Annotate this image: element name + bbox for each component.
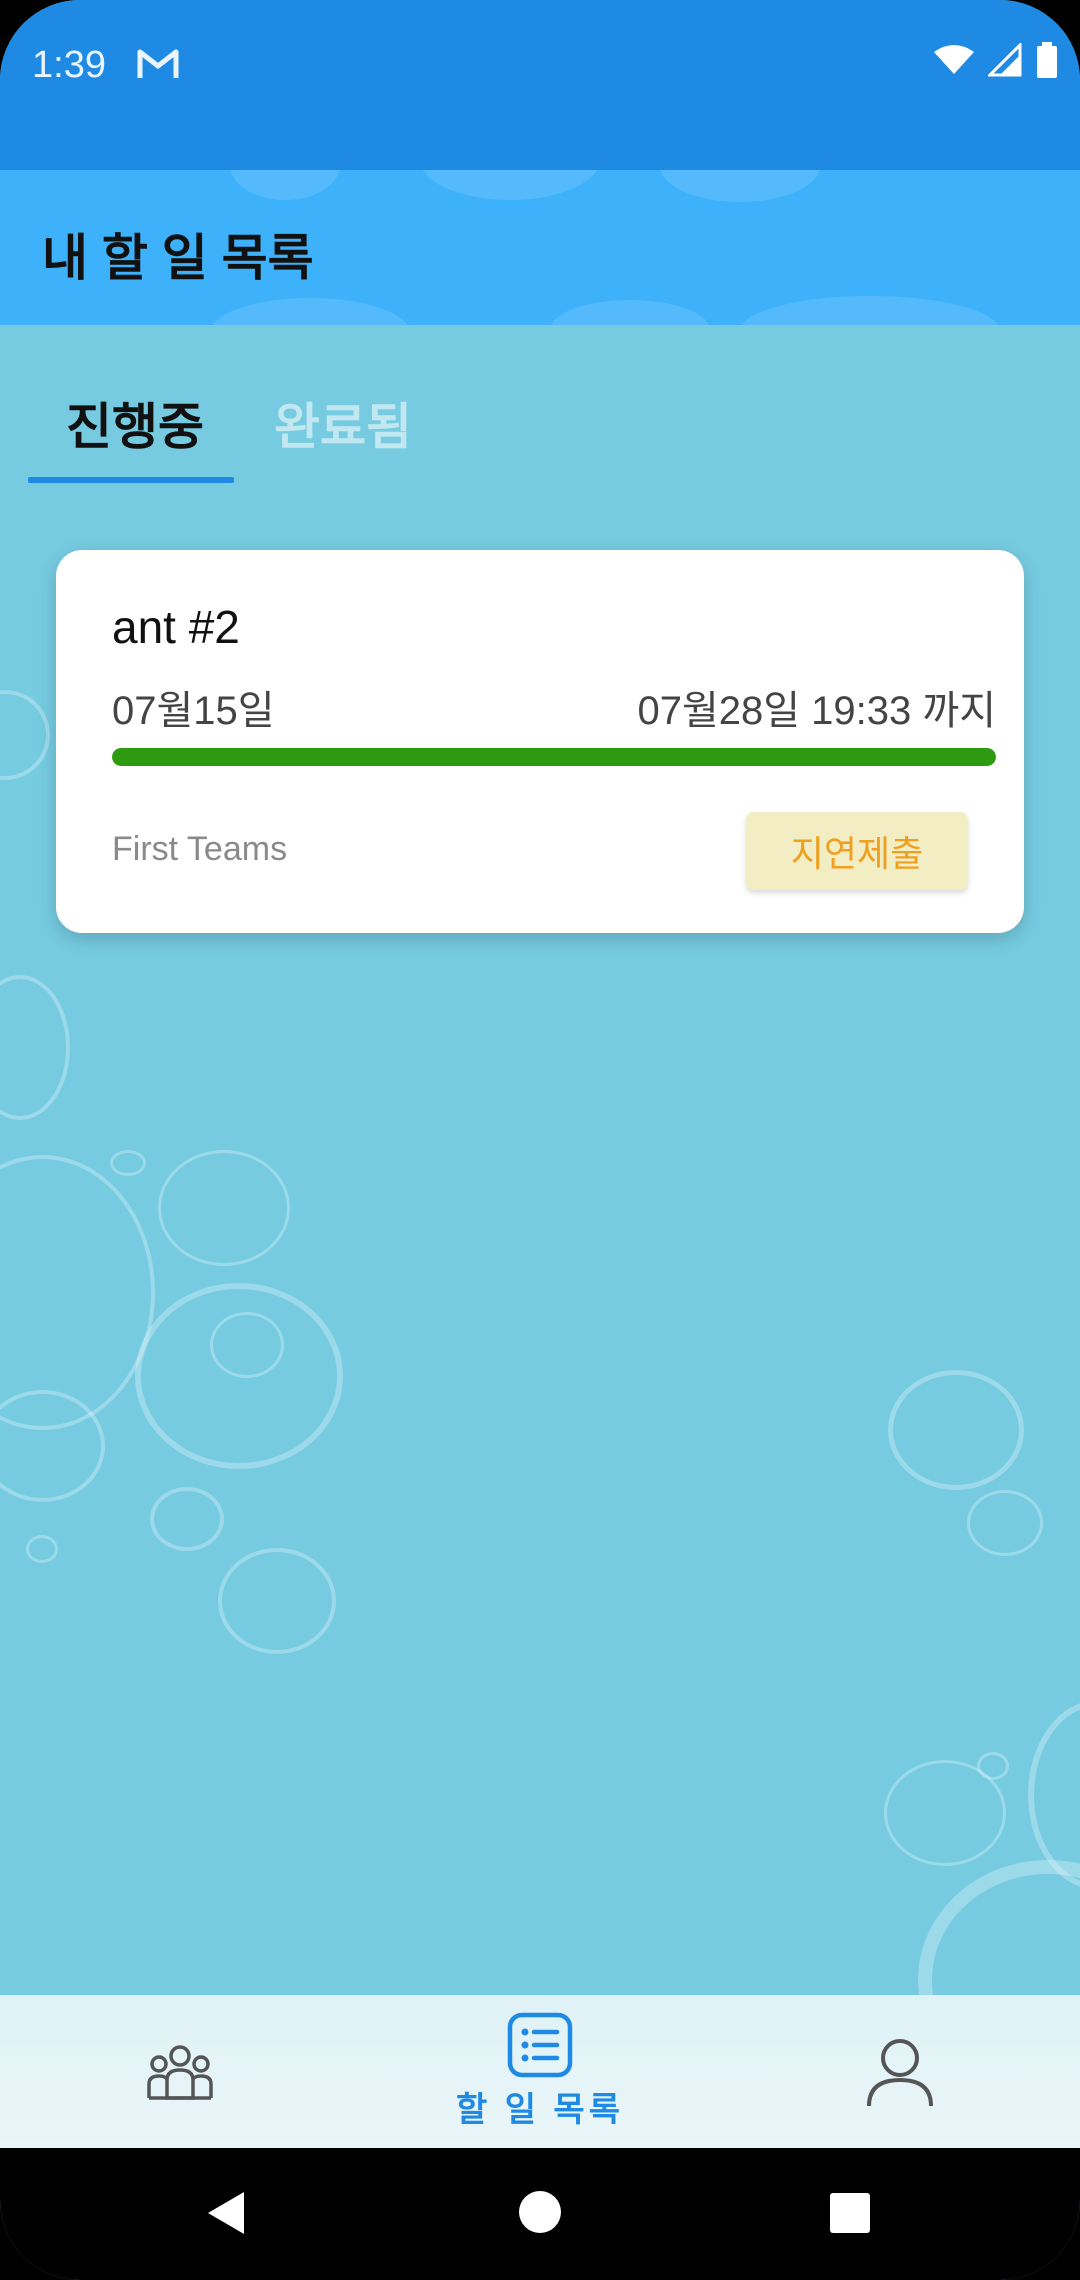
bubble-decoration — [888, 1370, 1024, 1490]
bubble-decoration — [218, 1548, 336, 1654]
page-title: 내 할 일 목록 — [42, 230, 314, 286]
nav-item-todo-list[interactable]: 할 일 목록 — [440, 1995, 640, 2148]
bubble-decoration — [0, 690, 50, 780]
nav-item-teams[interactable] — [130, 1995, 230, 2148]
bubble-decoration — [110, 1150, 146, 1176]
task-team: First Teams — [112, 830, 288, 868]
status-icons — [934, 42, 1058, 78]
battery-icon — [1037, 42, 1057, 78]
nav-item-profile[interactable] — [850, 1995, 950, 2148]
bottom-navigation: 할 일 목록 — [0, 1995, 1080, 2148]
task-progress-fill — [112, 748, 996, 766]
bubble-decoration — [26, 1535, 58, 1563]
bubble-decoration — [977, 1752, 1009, 1780]
cloud-decoration — [230, 170, 340, 200]
recent-apps-icon[interactable] — [830, 2193, 870, 2233]
bubble-decoration — [158, 1150, 290, 1266]
gmail-icon — [137, 49, 179, 78]
cloud-decoration — [210, 298, 410, 325]
todo-list-icon — [507, 2012, 573, 2078]
cloud-decoration — [420, 170, 600, 200]
task-progress-bar — [112, 748, 996, 766]
bubble-decoration — [0, 975, 70, 1120]
system-navigation-bar — [0, 2148, 1080, 2280]
back-icon[interactable] — [206, 2190, 246, 2236]
status-time: 1:39 — [32, 44, 106, 86]
tab-in-progress[interactable]: 진행중 — [66, 387, 204, 459]
task-due-date: 07월28일 19:33 까지 — [637, 689, 996, 733]
signal-icon — [988, 43, 1022, 77]
device-screen: 1:39 내 할 일 목록 진행중 완료됨 ant #2 07월15일 07월2… — [0, 0, 1080, 2280]
bubble-decoration — [150, 1487, 224, 1551]
cloud-decoration — [660, 170, 820, 202]
tab-bar: 진행중 완료됨 — [28, 355, 448, 485]
task-card[interactable]: ant #2 07월15일 07월28일 19:33 까지 First Team… — [56, 550, 1024, 933]
task-start-date: 07월15일 — [112, 689, 275, 733]
cloud-decoration — [740, 296, 1000, 325]
bubble-decoration — [0, 1155, 155, 1430]
wifi-icon — [934, 45, 974, 74]
nav-label-todo-list: 할 일 목록 — [455, 2091, 624, 2129]
late-submit-button[interactable]: 지연제출 — [746, 812, 968, 890]
profile-icon — [867, 2038, 933, 2106]
home-icon[interactable] — [519, 2191, 561, 2233]
cloud-decoration — [550, 300, 710, 325]
bubble-decoration — [967, 1490, 1043, 1556]
tab-completed[interactable]: 완료됨 — [274, 387, 412, 459]
active-tab-indicator — [28, 477, 234, 483]
bubble-decoration — [210, 1312, 284, 1378]
app-bar: 내 할 일 목록 — [0, 170, 1080, 325]
status-bar: 1:39 — [0, 0, 1080, 170]
teams-icon — [147, 2044, 213, 2100]
task-name: ant #2 — [112, 601, 240, 653]
